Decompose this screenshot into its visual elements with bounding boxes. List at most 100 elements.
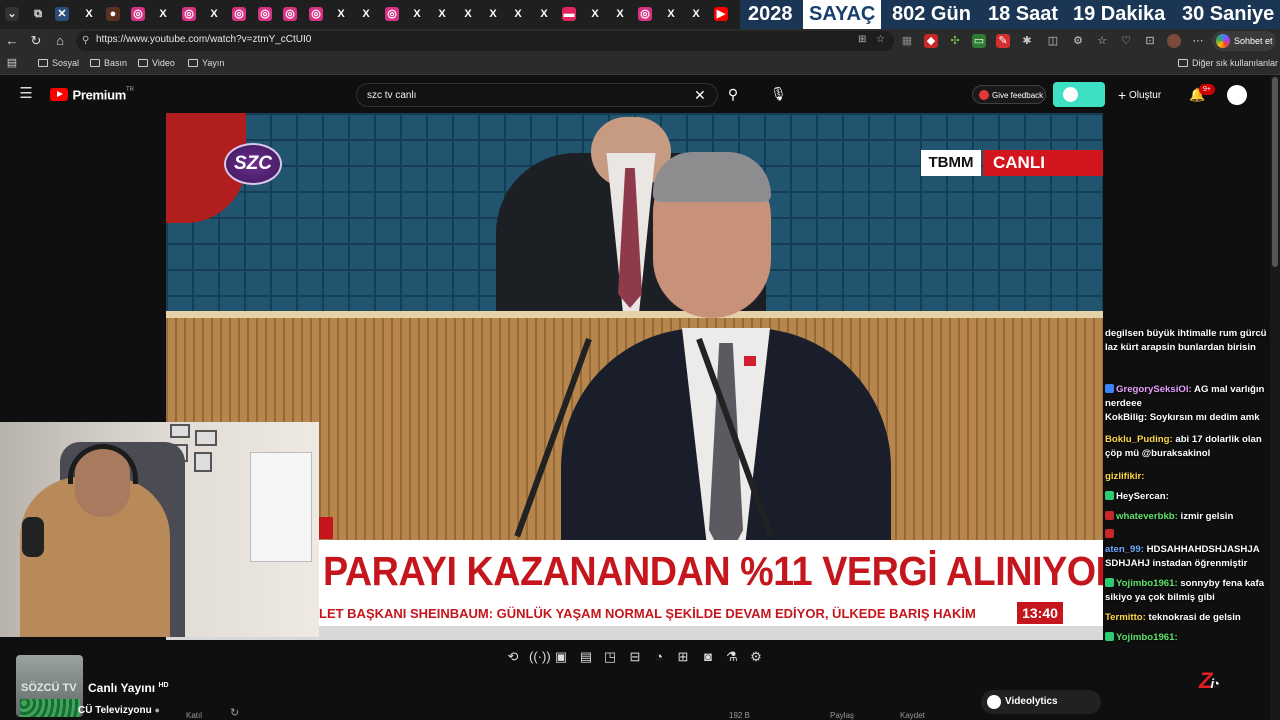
scrollbar-thumb[interactable] bbox=[1272, 77, 1278, 267]
extensions-puzzle-icon[interactable]: ✱ bbox=[1020, 34, 1034, 48]
give-feedback-button[interactable]: Give feedback bbox=[972, 85, 1046, 104]
channel-thumbnail[interactable]: SÖZCÜ TV bbox=[16, 655, 83, 717]
chat-message: Yojimbo1961: bbox=[1105, 631, 1273, 645]
join-button[interactable]: Katıl bbox=[186, 711, 202, 720]
chat-message: whateverbkb: izmir gelsin bbox=[1105, 510, 1273, 524]
audio-icon[interactable]: ((·)) bbox=[529, 649, 551, 665]
speed-icon[interactable]: ◔ bbox=[651, 649, 667, 665]
tab-youtube-icon[interactable]: ▶ bbox=[714, 7, 728, 21]
clear-search-icon[interactable]: ✕ bbox=[694, 87, 706, 104]
miniplayer-icon[interactable]: ⊟ bbox=[627, 649, 643, 665]
search-query[interactable]: szc tv canlı bbox=[367, 90, 416, 101]
workspaces-icon[interactable]: ⧉ bbox=[31, 7, 45, 21]
bookmark-folder-basin[interactable]: Basın bbox=[90, 58, 127, 68]
bookmark-folder-yayin[interactable]: Yayın bbox=[188, 58, 224, 68]
split-screen-icon[interactable]: ◫ bbox=[1046, 34, 1060, 48]
tab-x-icon[interactable]: X bbox=[613, 7, 627, 21]
give-feedback-label: Give feedback bbox=[992, 91, 1044, 100]
home-button[interactable]: ⌂ bbox=[52, 33, 68, 49]
tab-instagram-icon[interactable]: ◎ bbox=[258, 7, 272, 21]
clip-icon[interactable]: ▤ bbox=[578, 649, 594, 665]
create-button[interactable]: + Oluştur bbox=[1118, 87, 1161, 103]
tab-favicon[interactable]: ● bbox=[106, 7, 120, 21]
tab-x-icon[interactable]: X bbox=[156, 7, 170, 21]
tab-instagram-icon[interactable]: ◎ bbox=[232, 7, 246, 21]
videolytics-button[interactable]: Videolytics bbox=[981, 690, 1101, 714]
url-text[interactable]: https://www.youtube.com/watch?v=ztmY_cCt… bbox=[96, 34, 311, 45]
address-bar[interactable]: ⚲ https://www.youtube.com/watch?v=ztmY_c… bbox=[76, 31, 894, 51]
extension-toggle[interactable] bbox=[1053, 82, 1105, 107]
tab-x-icon[interactable]: X bbox=[511, 7, 525, 21]
bookmark-folder-video[interactable]: Video bbox=[138, 58, 175, 68]
copilot-icon bbox=[1216, 34, 1230, 48]
reload-button[interactable]: ↻ bbox=[28, 33, 44, 49]
favorites-icon[interactable]: ☆ bbox=[1095, 34, 1109, 48]
more-menu-icon[interactable]: ⋯ bbox=[1191, 34, 1205, 48]
tab-x-icon[interactable]: X bbox=[82, 7, 96, 21]
settings-icon[interactable]: ⚙ bbox=[1071, 34, 1085, 48]
like-count[interactable]: 192 B bbox=[729, 711, 750, 720]
hamburger-menu-icon[interactable]: ☰ bbox=[18, 86, 34, 102]
captions-icon[interactable]: ▣ bbox=[553, 649, 569, 665]
reading-list-icon[interactable]: ▤ bbox=[5, 56, 19, 70]
chat-message: Termitto: teknokrasi de gelsin bbox=[1105, 611, 1273, 625]
add-icon[interactable]: ⊞ bbox=[675, 649, 691, 665]
tab-x-icon[interactable]: X bbox=[207, 7, 221, 21]
screenshot-icon[interactable]: ⊡ bbox=[1143, 34, 1157, 48]
folder-icon bbox=[138, 59, 148, 67]
tab-favicon[interactable]: ▬ bbox=[562, 7, 576, 21]
bookmark-folder-sosyal[interactable]: Sosyal bbox=[38, 58, 79, 68]
tab-x-icon[interactable]: X bbox=[410, 7, 424, 21]
tab-instagram-icon[interactable]: ◎ bbox=[182, 7, 196, 21]
extension-icon[interactable]: ▦ bbox=[900, 34, 914, 48]
channel-name[interactable]: CÜ Televizyonu ● bbox=[78, 705, 160, 716]
tab-x-icon[interactable]: X bbox=[664, 7, 678, 21]
tab-x-icon[interactable]: X bbox=[359, 7, 373, 21]
refresh-icon[interactable]: ↻ bbox=[230, 706, 239, 719]
extension-icon[interactable]: ▭ bbox=[972, 34, 986, 48]
extension-icon[interactable]: ◆ bbox=[924, 34, 938, 48]
tab-x-icon[interactable]: X bbox=[461, 7, 475, 21]
tab-x-icon[interactable]: X bbox=[334, 7, 348, 21]
tab-x-icon[interactable]: X bbox=[537, 7, 551, 21]
youtube-logo[interactable]: PremiumTR bbox=[50, 86, 134, 104]
extension-icon[interactable]: ✎ bbox=[996, 34, 1010, 48]
tab-instagram-icon[interactable]: ◎ bbox=[385, 7, 399, 21]
share-button[interactable]: Paylaş bbox=[830, 711, 854, 720]
other-bookmarks[interactable]: Diğer sık kullanılanlar bbox=[1178, 58, 1278, 68]
site-info-icon[interactable]: ⚲ bbox=[82, 35, 89, 46]
tab-instagram-icon[interactable]: ◎ bbox=[638, 7, 652, 21]
tab-instagram-icon[interactable]: ◎ bbox=[131, 7, 145, 21]
lab-icon[interactable]: ⚗ bbox=[724, 649, 740, 665]
tab-instagram-icon[interactable]: ◎ bbox=[309, 7, 323, 21]
tab-x-icon[interactable]: X bbox=[689, 7, 703, 21]
profile-avatar-icon[interactable] bbox=[1167, 34, 1181, 48]
settings-gear-icon[interactable]: ⚙ bbox=[748, 649, 764, 665]
microphone-icon[interactable]: 🎙 bbox=[770, 86, 787, 102]
chat-message: HeySercan: bbox=[1105, 490, 1273, 504]
search-input[interactable]: szc tv canlı ✕ bbox=[356, 83, 718, 107]
tab-x-icon[interactable]: X bbox=[486, 7, 500, 21]
loop-icon[interactable]: ⟲ bbox=[505, 649, 521, 665]
collections-icon[interactable]: ♡ bbox=[1119, 34, 1133, 48]
tab-menu-icon[interactable]: ⌄ bbox=[5, 7, 19, 21]
active-tab-icon[interactable]: ✕ bbox=[55, 7, 69, 21]
extension-icon[interactable]: ✣ bbox=[948, 34, 962, 48]
tab-x-icon[interactable]: X bbox=[435, 7, 449, 21]
back-button[interactable]: ← bbox=[4, 33, 20, 49]
tab-x-icon[interactable]: X bbox=[588, 7, 602, 21]
tab-instagram-icon[interactable]: ◎ bbox=[283, 7, 297, 21]
hd-badge: HD bbox=[158, 682, 169, 689]
save-button[interactable]: Kaydet bbox=[900, 711, 925, 720]
address-bar-row: ← ↻ ⌂ ⚲ https://www.youtube.com/watch?v=… bbox=[0, 29, 1280, 53]
copilot-chat-button[interactable]: Sohbet et bbox=[1212, 31, 1276, 51]
screenshot-icon[interactable]: ◳ bbox=[602, 649, 618, 665]
account-avatar[interactable] bbox=[1227, 85, 1247, 105]
videolytics-icon bbox=[987, 695, 1001, 709]
camera-icon[interactable]: ◙ bbox=[700, 649, 716, 665]
search-icon[interactable]: ⚲ bbox=[725, 86, 741, 102]
favorite-star-icon[interactable]: ☆ bbox=[876, 34, 885, 45]
speaker-figure bbox=[561, 152, 891, 640]
translate-icon[interactable]: ⊞ bbox=[858, 34, 866, 45]
page-scrollbar[interactable] bbox=[1270, 75, 1280, 720]
